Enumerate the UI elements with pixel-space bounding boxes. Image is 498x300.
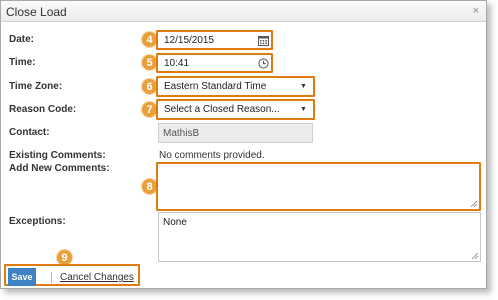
contact-field: MathisB: [158, 123, 313, 143]
add-new-comments-label: Add New Comments:: [9, 163, 110, 174]
callout-badge-5: 5: [142, 55, 157, 70]
callout-badge-8: 8: [142, 179, 157, 194]
time-zone-select[interactable]: Eastern Standard Time: [159, 79, 312, 94]
close-icon[interactable]: ×: [473, 5, 479, 17]
chevron-down-icon[interactable]: ▼: [300, 83, 307, 90]
dialog-titlebar: Close Load ×: [1, 1, 486, 22]
time-label: Time:: [9, 57, 36, 68]
time-zone-label: Time Zone:: [9, 81, 63, 92]
existing-comments-label: Existing Comments:: [9, 150, 106, 161]
footer-divider: [51, 272, 52, 283]
date-label: Date:: [9, 34, 35, 45]
exceptions-label: Exceptions:: [9, 216, 66, 227]
callout-badge-4: 4: [142, 32, 157, 47]
exceptions-textarea[interactable]: None: [158, 212, 481, 262]
calendar-icon[interactable]: [257, 33, 270, 47]
reason-code-label: Reason Code:: [9, 104, 77, 115]
dialog-title: Close Load: [6, 5, 67, 19]
existing-comments-text: No comments provided.: [159, 150, 265, 161]
dialog-footer: Save Cancel Changes: [1, 265, 486, 289]
cancel-changes-link[interactable]: Cancel Changes: [60, 272, 134, 283]
callout-badge-6: 6: [142, 79, 157, 94]
chevron-down-icon[interactable]: ▼: [300, 106, 307, 113]
close-load-dialog: Close Load × Date: 4 12/15/2015 Time: 5 …: [0, 0, 487, 289]
contact-label: Contact:: [9, 127, 50, 138]
resize-handle-icon[interactable]: [472, 253, 478, 259]
clock-icon[interactable]: [257, 56, 270, 70]
save-button[interactable]: Save: [8, 268, 36, 286]
resize-handle-icon[interactable]: [471, 201, 477, 207]
callout-badge-7: 7: [142, 102, 157, 117]
callout-badge-9: 9: [57, 250, 72, 265]
reason-code-select[interactable]: Select a Closed Reason...: [159, 102, 312, 117]
date-field[interactable]: 12/15/2015: [159, 33, 256, 47]
new-comments-textarea[interactable]: [159, 165, 478, 208]
time-field[interactable]: 10:41: [159, 56, 256, 70]
